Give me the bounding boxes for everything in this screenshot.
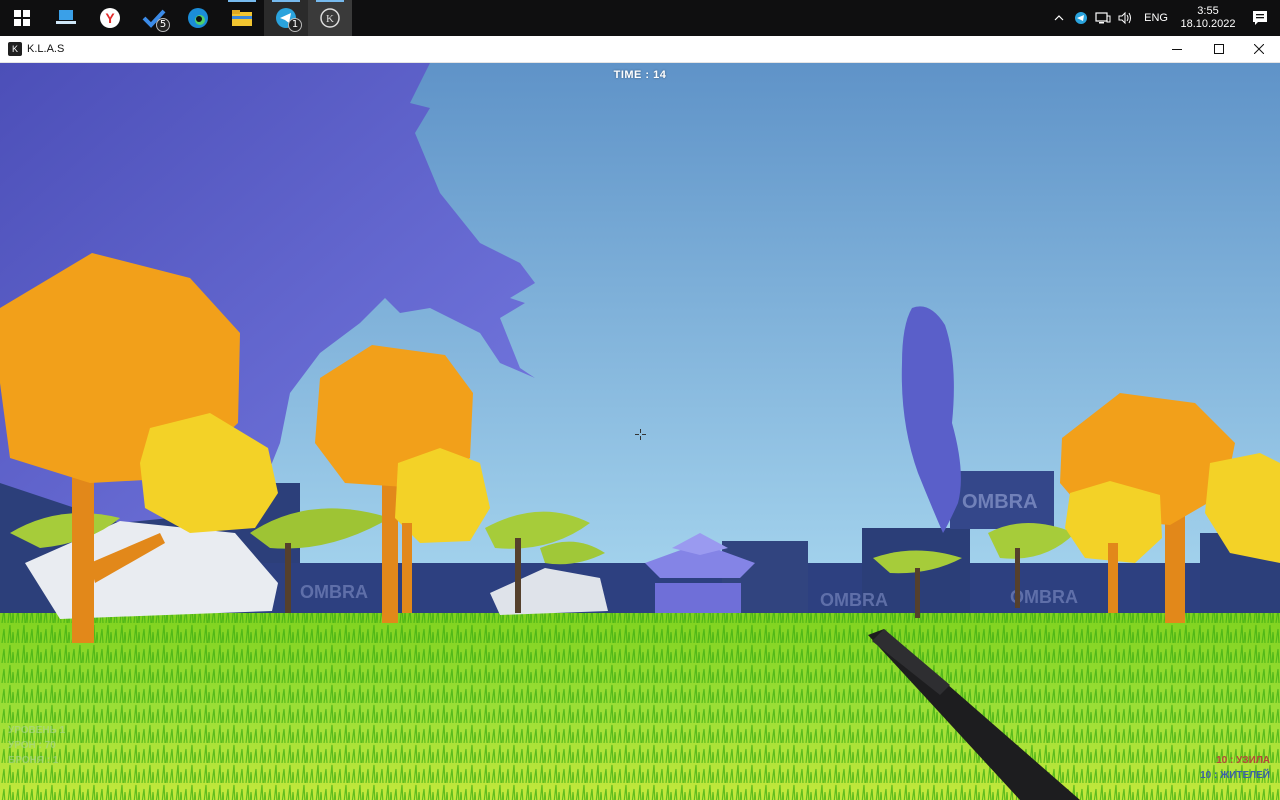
game-viewport[interactable]: OMBRA OMBRA OMBRA OMBRA TIME: 14 УРОВЕН… xyxy=(0,63,1280,800)
volume-icon xyxy=(1118,11,1132,25)
clock[interactable]: 3:55 18.10.2022 xyxy=(1176,5,1240,31)
clock-time: 3:55 xyxy=(1197,5,1219,17)
taskbar: Y 5 1 K ENG 3:55 18.10.2022 xyxy=(0,0,1280,36)
tree-trunk xyxy=(72,473,94,643)
wall-text: OMBRA xyxy=(962,491,1038,513)
taskbar-klas-game[interactable]: K xyxy=(308,0,352,36)
telegram-tray-icon xyxy=(1075,12,1088,24)
file-explorer-icon xyxy=(232,10,252,26)
tree-trunk xyxy=(1108,543,1118,613)
crosshair-icon xyxy=(635,429,646,440)
close-icon xyxy=(1254,44,1264,54)
tray-overflow-button[interactable] xyxy=(1048,0,1070,36)
network-icon xyxy=(1095,12,1111,24)
close-button[interactable] xyxy=(1238,36,1280,62)
stat-damage: УРОН : 70 xyxy=(8,740,56,751)
klas-game-icon: K xyxy=(320,8,340,28)
taskbar-laptop-app[interactable] xyxy=(44,0,88,36)
window-title: K.L.A.S xyxy=(27,43,65,55)
tray-telegram[interactable] xyxy=(1070,0,1092,36)
todo-badge: 5 xyxy=(156,18,170,32)
stat-armor: БРОНЯ : 1 xyxy=(8,755,59,766)
notification-center-button[interactable] xyxy=(1240,0,1280,36)
taskbar-todo-app[interactable]: 5 xyxy=(132,0,176,36)
svg-text:Y: Y xyxy=(105,10,115,26)
wall-text: OMBRA xyxy=(820,590,888,610)
player-stats: УРОВЕНЬ 1 УРОН : 70 БРОНЯ : 1 xyxy=(8,723,65,768)
minimize-button[interactable] xyxy=(1156,36,1198,62)
app-icon: K xyxy=(8,42,22,56)
taskbar-yandex-browser[interactable]: Y xyxy=(88,0,132,36)
window-titlebar[interactable]: K K.L.A.S xyxy=(0,36,1280,63)
clock-date: 18.10.2022 xyxy=(1180,18,1236,30)
maximize-button[interactable] xyxy=(1198,36,1240,62)
grass-blades xyxy=(0,613,1280,800)
minimize-icon xyxy=(1172,49,1182,50)
tray-network[interactable] xyxy=(1092,0,1114,36)
tray-volume[interactable] xyxy=(1114,0,1136,36)
stat-level: УРОВЕНЬ 1 xyxy=(8,725,66,736)
time-counter: TIME : 14 xyxy=(613,69,667,81)
chevron-up-icon xyxy=(1054,15,1064,21)
svg-text:K: K xyxy=(326,13,334,25)
taskbar-file-explorer[interactable] xyxy=(220,0,264,36)
wall-text: OMBRA xyxy=(1010,587,1078,607)
wall-text: OMBRA xyxy=(300,582,368,602)
stat-enemies: 10 : УЗИЛА xyxy=(1216,755,1270,766)
yandex-browser-icon: Y xyxy=(100,8,120,28)
stat-citizens: 10 : ЖИТЕЛЕЙ xyxy=(1200,770,1270,781)
telegram-badge: 1 xyxy=(288,18,302,32)
notification-icon xyxy=(1253,11,1267,25)
taskbar-telegram[interactable]: 1 xyxy=(264,0,308,36)
language-indicator[interactable]: ENG xyxy=(1136,12,1176,24)
tree-trunk xyxy=(382,483,398,623)
system-tray: ENG 3:55 18.10.2022 xyxy=(1048,0,1280,36)
taskbar-edge-browser[interactable] xyxy=(176,0,220,36)
start-button[interactable] xyxy=(0,0,44,36)
maximize-icon xyxy=(1214,44,1224,54)
team-stats: 10 : УЗИЛА 10 : ЖИТЕЛЕЙ xyxy=(1200,753,1270,783)
tree-trunk xyxy=(402,523,412,613)
edge-browser-icon xyxy=(188,8,208,28)
laptop-app-icon xyxy=(56,10,76,24)
windows-start-icon xyxy=(14,10,30,26)
